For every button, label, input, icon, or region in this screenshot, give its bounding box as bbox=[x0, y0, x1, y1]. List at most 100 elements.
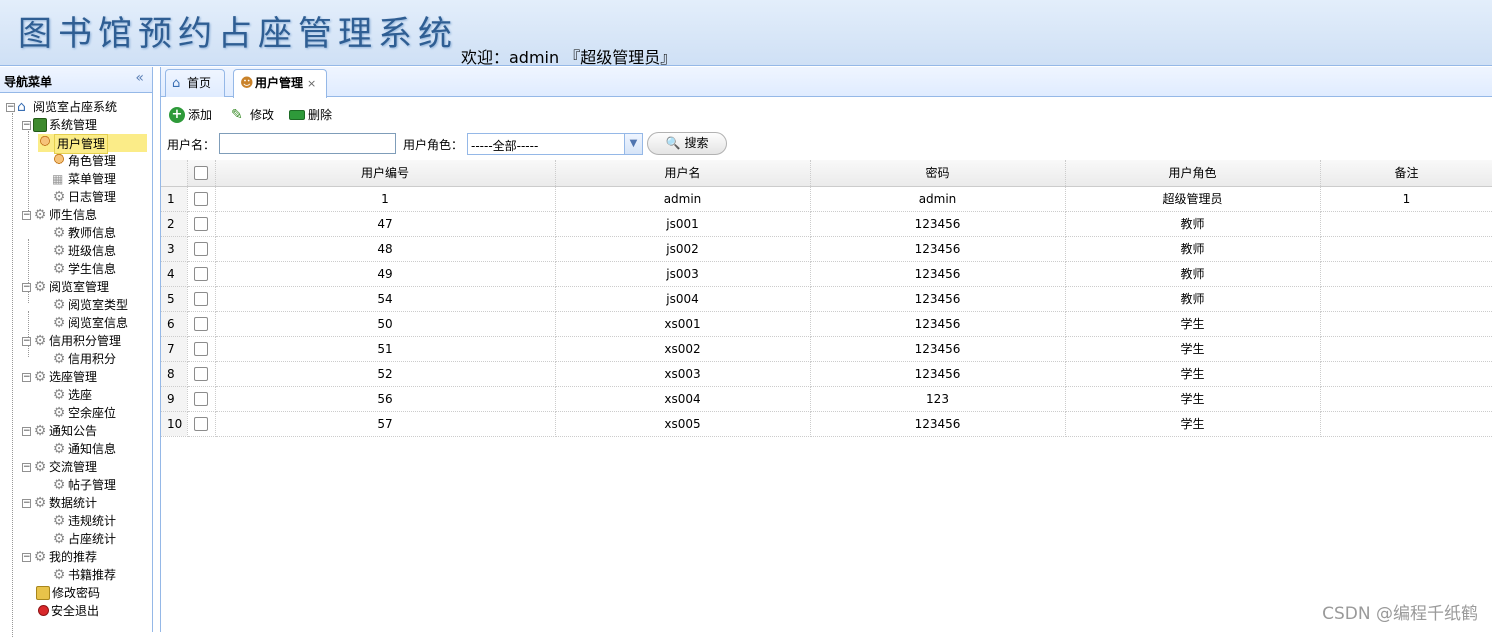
table-row[interactable]: 6 50 xs001 123456 学生 bbox=[161, 311, 1492, 336]
tree-item-credit-mgmt[interactable]: −⚙信用积分管理 bbox=[22, 332, 121, 350]
cell-role: 超级管理员 bbox=[1065, 186, 1320, 211]
select-all-checkbox[interactable] bbox=[194, 166, 208, 180]
collapse-toggle-icon[interactable]: − bbox=[22, 463, 31, 472]
role-label: 用户角色： bbox=[403, 136, 463, 153]
row-checkbox[interactable] bbox=[194, 292, 208, 306]
gear-icon: ⚙ bbox=[52, 514, 66, 528]
cell-remark: 1 bbox=[1320, 186, 1492, 211]
add-button[interactable]: +添加 bbox=[169, 105, 212, 125]
gear-icon: ⚙ bbox=[52, 532, 66, 546]
tree-item-menu-mgmt[interactable]: ▦菜单管理 bbox=[52, 170, 116, 188]
collapse-toggle-icon[interactable]: − bbox=[22, 427, 31, 436]
cell-password: 123456 bbox=[810, 336, 1065, 361]
row-checkbox[interactable] bbox=[194, 242, 208, 256]
username-input[interactable] bbox=[219, 133, 396, 154]
tree-item-change-pwd[interactable]: 修改密码 bbox=[36, 584, 100, 602]
table-row[interactable]: 1 1 admin admin 超级管理员 1 bbox=[161, 186, 1492, 211]
table-row[interactable]: 10 57 xs005 123456 学生 bbox=[161, 411, 1492, 436]
tree-item-free-seat[interactable]: ⚙空余座位 bbox=[52, 404, 116, 422]
cell-role: 学生 bbox=[1065, 386, 1320, 411]
row-checkbox[interactable] bbox=[194, 342, 208, 356]
collapse-toggle-icon[interactable]: − bbox=[22, 121, 31, 130]
tab-home[interactable]: ⌂首页 bbox=[165, 69, 225, 97]
tree-item-credit[interactable]: ⚙信用积分 bbox=[52, 350, 116, 368]
collapse-toggle-icon[interactable]: − bbox=[22, 337, 31, 346]
tree-item-class-info[interactable]: ⚙班级信息 bbox=[52, 242, 116, 260]
tree-item-violation-stats[interactable]: ⚙违规统计 bbox=[52, 512, 116, 530]
tree-item-user-mgmt[interactable]: 用户管理 bbox=[38, 134, 147, 152]
table-row[interactable]: 4 49 js003 123456 教师 bbox=[161, 261, 1492, 286]
tree-item-seat-mgmt[interactable]: −⚙选座管理 bbox=[22, 368, 97, 386]
row-checkbox[interactable] bbox=[194, 367, 208, 381]
chevron-down-icon[interactable]: ▼ bbox=[624, 134, 642, 154]
cell-id: 48 bbox=[215, 236, 555, 261]
delete-button[interactable]: 删除 bbox=[289, 105, 332, 125]
tree-item-logout[interactable]: 安全退出 bbox=[38, 602, 99, 620]
col-header-remark[interactable]: 备注 bbox=[1320, 160, 1492, 186]
row-checkbox[interactable] bbox=[194, 417, 208, 431]
edit-button[interactable]: ✎修改 bbox=[231, 105, 274, 125]
table-row[interactable]: 7 51 xs002 123456 学生 bbox=[161, 336, 1492, 361]
cell-remark bbox=[1320, 361, 1492, 386]
tab-user-mgmt[interactable]: ☻用户管理× bbox=[233, 69, 327, 98]
col-header-role[interactable]: 用户角色 bbox=[1065, 160, 1320, 186]
tree-root[interactable]: −⌂阅览室占座系统 bbox=[6, 98, 117, 116]
tree-item-comm-mgmt[interactable]: −⚙交流管理 bbox=[22, 458, 97, 476]
cell-id: 56 bbox=[215, 386, 555, 411]
tree-item-role-mgmt[interactable]: 角色管理 bbox=[52, 152, 116, 170]
table-row[interactable]: 2 47 js001 123456 教师 bbox=[161, 211, 1492, 236]
col-header-password[interactable]: 密码 bbox=[810, 160, 1065, 186]
gear-icon: ⚙ bbox=[52, 478, 66, 492]
tree-item-seat-stats[interactable]: ⚙占座统计 bbox=[52, 530, 116, 548]
tree-item-student-info[interactable]: ⚙学生信息 bbox=[52, 260, 116, 278]
cell-remark bbox=[1320, 261, 1492, 286]
search-button[interactable]: 🔍搜索 bbox=[647, 132, 727, 155]
collapse-toggle-icon[interactable]: − bbox=[22, 499, 31, 508]
select-all-checkbox-cell[interactable] bbox=[187, 160, 215, 186]
tree-item-stats[interactable]: −⚙数据统计 bbox=[22, 494, 97, 512]
delete-icon bbox=[289, 110, 305, 120]
gear-icon: ⚙ bbox=[52, 190, 66, 204]
tree-item-post-mgmt[interactable]: ⚙帖子管理 bbox=[52, 476, 116, 494]
tree-item-seat-select[interactable]: ⚙选座 bbox=[52, 386, 92, 404]
collapse-toggle-icon[interactable]: − bbox=[22, 553, 31, 562]
table-row[interactable]: 9 56 xs004 123 学生 bbox=[161, 386, 1492, 411]
table-row[interactable]: 3 48 js002 123456 教师 bbox=[161, 236, 1492, 261]
tree-item-room-mgmt[interactable]: −⚙阅览室管理 bbox=[22, 278, 109, 296]
cell-username: xs004 bbox=[555, 386, 810, 411]
row-checkbox[interactable] bbox=[194, 392, 208, 406]
role-select[interactable]: -----全部----- ▼ bbox=[467, 133, 643, 155]
collapse-toggle-icon[interactable]: − bbox=[22, 211, 31, 220]
col-header-username[interactable]: 用户名 bbox=[555, 160, 810, 186]
collapse-toggle-icon[interactable]: − bbox=[6, 103, 15, 112]
row-checkbox[interactable] bbox=[194, 217, 208, 231]
tree-item-ts-info[interactable]: −⚙师生信息 bbox=[22, 206, 97, 224]
cell-username: xs003 bbox=[555, 361, 810, 386]
table-row[interactable]: 8 52 xs003 123456 学生 bbox=[161, 361, 1492, 386]
tree-item-system[interactable]: −系统管理 bbox=[22, 116, 97, 134]
tree-item-recommend[interactable]: −⚙我的推荐 bbox=[22, 548, 97, 566]
tree-item-room-info[interactable]: ⚙阅览室信息 bbox=[52, 314, 128, 332]
cell-remark bbox=[1320, 286, 1492, 311]
collapse-toggle-icon[interactable]: − bbox=[22, 373, 31, 382]
cell-remark bbox=[1320, 311, 1492, 336]
table-row[interactable]: 5 54 js004 123456 教师 bbox=[161, 286, 1492, 311]
watermark: CSDN @编程千纸鹤 bbox=[1322, 599, 1478, 624]
tree-item-room-type[interactable]: ⚙阅览室类型 bbox=[52, 296, 128, 314]
row-checkbox[interactable] bbox=[194, 317, 208, 331]
row-checkbox[interactable] bbox=[194, 192, 208, 206]
tree-item-notice[interactable]: −⚙通知公告 bbox=[22, 422, 97, 440]
collapse-toggle-icon[interactable]: − bbox=[22, 283, 31, 292]
tab-bar: ⌂首页 ☻用户管理× bbox=[161, 67, 1492, 97]
row-checkbox[interactable] bbox=[194, 267, 208, 281]
tree-item-log-mgmt[interactable]: ⚙日志管理 bbox=[52, 188, 116, 206]
cell-password: 123456 bbox=[810, 236, 1065, 261]
tree-item-book-recommend[interactable]: ⚙书籍推荐 bbox=[52, 566, 116, 584]
cell-password: 123456 bbox=[810, 211, 1065, 236]
col-header-id[interactable]: 用户编号 bbox=[215, 160, 555, 186]
tree-item-notice-info[interactable]: ⚙通知信息 bbox=[52, 440, 116, 458]
cell-password: 123456 bbox=[810, 411, 1065, 436]
tree-item-teacher-info[interactable]: ⚙教师信息 bbox=[52, 224, 116, 242]
close-icon[interactable]: × bbox=[307, 77, 316, 90]
collapse-icon[interactable]: « bbox=[135, 70, 144, 86]
